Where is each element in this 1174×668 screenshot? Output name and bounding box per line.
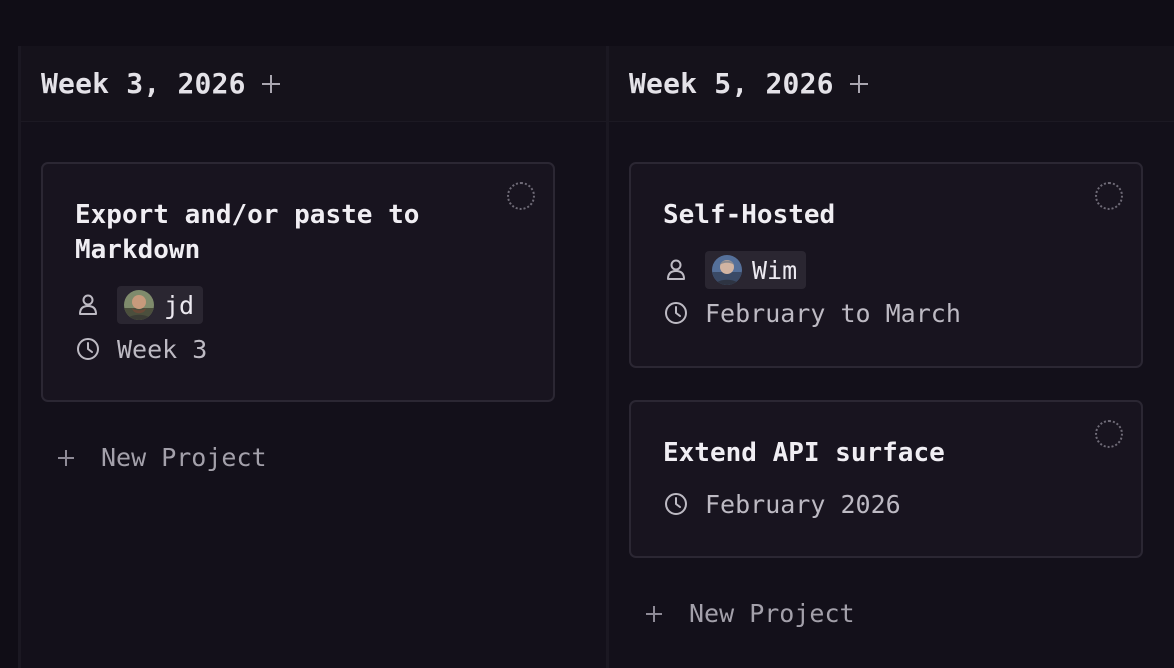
new-project-button[interactable]: New Project xyxy=(55,443,267,472)
roadmap-board: Week 3, 2026 Export and/or paste to Mark… xyxy=(0,0,1174,668)
assignee-name: Wim xyxy=(752,255,798,285)
column-header: Week 3, 2026 xyxy=(21,46,606,122)
status-circle-icon[interactable] xyxy=(1095,420,1123,448)
timeframe-row: February 2026 xyxy=(663,485,901,523)
status-circle-icon[interactable] xyxy=(1095,182,1123,210)
assignee-name: jd xyxy=(164,290,195,320)
new-project-label: New Project xyxy=(689,599,855,628)
timeframe-text: February to March xyxy=(705,298,961,328)
timeframe-text: Week 3 xyxy=(117,334,208,364)
column-week-5: Week 5, 2026 Self-Hosted Wim February to… xyxy=(606,46,1174,668)
add-project-plus-icon[interactable] xyxy=(260,73,282,95)
timeframe-row: Week 3 xyxy=(75,330,207,368)
avatar xyxy=(124,290,154,320)
new-project-button[interactable]: New Project xyxy=(643,599,855,628)
clock-icon xyxy=(665,302,687,324)
plus-icon xyxy=(55,447,77,469)
project-title: Export and/or paste to Markdown xyxy=(75,200,420,265)
assignee-row: jd xyxy=(75,286,204,324)
clock-icon xyxy=(77,338,99,360)
new-project-label: New Project xyxy=(101,443,267,472)
project-card[interactable]: Extend API surface February 2026 xyxy=(629,400,1143,558)
add-project-plus-icon[interactable] xyxy=(848,73,870,95)
plus-icon xyxy=(643,603,665,625)
avatar xyxy=(712,255,742,285)
person-icon xyxy=(79,294,97,315)
project-title: Self-Hosted xyxy=(663,200,836,230)
assignee-chip[interactable]: jd xyxy=(117,286,204,324)
timeframe-row: February to March xyxy=(663,294,961,332)
assignee-row: Wim xyxy=(663,251,807,289)
column-header: Week 5, 2026 xyxy=(609,46,1174,122)
timeframe-text: February 2026 xyxy=(705,489,901,519)
assignee-chip[interactable]: Wim xyxy=(705,251,807,289)
person-icon xyxy=(667,259,685,280)
project-card[interactable]: Self-Hosted Wim February to March xyxy=(629,162,1143,368)
column-title: Week 5, 2026 xyxy=(629,67,834,100)
column-title: Week 3, 2026 xyxy=(41,67,246,100)
project-title: Extend API surface xyxy=(663,438,945,468)
project-card[interactable]: Export and/or paste to Markdown jd Week … xyxy=(41,162,555,402)
clock-icon xyxy=(665,493,687,515)
status-circle-icon[interactable] xyxy=(507,182,535,210)
column-week-3: Week 3, 2026 Export and/or paste to Mark… xyxy=(18,46,606,668)
